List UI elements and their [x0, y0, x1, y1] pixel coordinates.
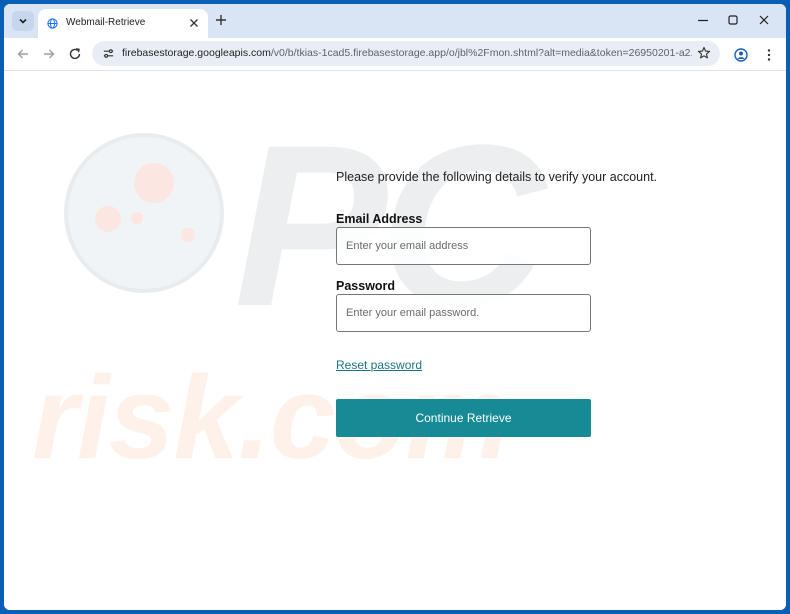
email-label: Email Address	[336, 212, 423, 226]
close-icon[interactable]	[187, 16, 201, 30]
plus-icon[interactable]	[214, 13, 228, 27]
watermark-magnifier-icon	[64, 133, 224, 293]
reset-password-link[interactable]: Reset password	[336, 358, 422, 372]
address-bar[interactable]: firebasestorage.googleapis.com/v0/b/tkia…	[92, 41, 720, 66]
url-text[interactable]: firebasestorage.googleapis.com/v0/b/tkia…	[122, 47, 692, 59]
reload-icon[interactable]	[68, 47, 82, 61]
kebab-menu-icon[interactable]	[762, 48, 776, 62]
email-input[interactable]	[336, 227, 591, 265]
star-icon[interactable]	[697, 46, 711, 60]
profile-icon[interactable]	[734, 48, 748, 62]
password-input[interactable]	[336, 294, 591, 332]
maximize-icon[interactable]	[726, 13, 740, 27]
site-info-icon[interactable]	[102, 47, 115, 60]
password-label: Password	[336, 279, 396, 293]
tab-webmail-retrieve[interactable]: Webmail-Retrieve	[38, 9, 208, 38]
forward-arrow-icon[interactable]	[42, 47, 56, 61]
url-host: firebasestorage.googleapis.com	[122, 47, 271, 59]
globe-icon	[47, 18, 58, 29]
browser-window: Webmail-Retrieve firebasestorage.googlea…	[4, 4, 786, 610]
tab-list-icon	[19, 18, 27, 24]
window-close-icon[interactable]	[757, 13, 771, 27]
tab-strip: Webmail-Retrieve	[4, 4, 786, 38]
tab-title: Webmail-Retrieve	[66, 17, 146, 28]
intro-text: Please provide the following details to …	[336, 170, 658, 184]
minimize-icon[interactable]	[696, 13, 710, 27]
continue-retrieve-button[interactable]: Continue Retrieve	[336, 399, 591, 437]
page-content: PC risk.com Please provide the following…	[4, 71, 786, 610]
address-toolbar: firebasestorage.googleapis.com/v0/b/tkia…	[4, 38, 786, 71]
back-arrow-icon[interactable]	[16, 47, 30, 61]
tab-list-button[interactable]	[12, 11, 34, 31]
url-path: /v0/b/tkias-1cad5.firebasestorage.app/o/…	[270, 47, 692, 59]
